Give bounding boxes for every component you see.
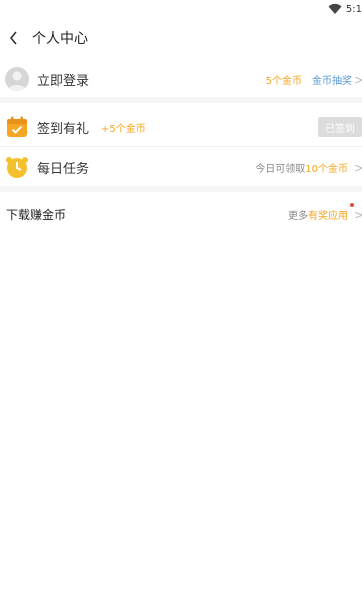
- login-label[interactable]: 立即登录: [37, 70, 89, 89]
- status-bar: 5:1: [0, 0, 362, 18]
- download-prefix: 更多: [288, 211, 308, 222]
- section-divider-2: [0, 186, 362, 192]
- daily-task-right-group: 今日可领取 10个金币 >: [255, 160, 362, 176]
- checkin-row: 签到有礼 +5个金币 已签到: [0, 110, 362, 144]
- daily-task-reward: 10个金币: [305, 164, 348, 175]
- back-button[interactable]: [0, 18, 28, 58]
- chevron-left-icon: [9, 31, 17, 45]
- daily-task-row[interactable]: 每日任务 今日可领取 10个金币 >: [0, 150, 362, 184]
- title-bar: 个人中心: [0, 18, 362, 58]
- avatar-placeholder-icon: [8, 71, 26, 91]
- clock-icon: [6, 157, 28, 178]
- wifi-icon: [328, 3, 342, 15]
- lottery-chevron-icon[interactable]: >: [354, 73, 362, 87]
- login-row[interactable]: 立即登录 5个金币 金币抽奖 >: [0, 62, 362, 96]
- notification-dot: [350, 203, 354, 207]
- reward-apps-link[interactable]: 有奖应用: [308, 207, 348, 222]
- login-right-group: 5个金币 金币抽奖 >: [265, 72, 362, 88]
- signed-in-button[interactable]: 已签到: [318, 117, 362, 137]
- calendar-check-icon: [7, 116, 27, 137]
- checkin-label: 签到有礼: [37, 121, 90, 137]
- status-bar-right: 5:1: [328, 2, 362, 16]
- page-title: 个人中心: [32, 31, 88, 47]
- avatar[interactable]: [5, 67, 29, 91]
- download-section-title: 下载赚金币: [6, 207, 67, 222]
- status-time: 5:1: [345, 3, 362, 15]
- section-divider: [0, 97, 362, 103]
- daily-task-label[interactable]: 每日任务: [37, 158, 89, 177]
- checkin-reward: +5个金币: [101, 123, 146, 135]
- lottery-link[interactable]: 金币抽奖: [312, 72, 352, 87]
- daily-task-prefix: 今日可领取: [255, 164, 306, 175]
- row-divider: [0, 146, 362, 147]
- download-row[interactable]: 下载赚金币 更多 有奖应用 >: [0, 197, 362, 231]
- download-right-group: 更多 有奖应用 >: [288, 203, 362, 222]
- login-coins-text: 5个金币: [265, 76, 302, 87]
- download-chevron-icon[interactable]: >: [354, 208, 362, 222]
- daily-task-chevron-icon[interactable]: >: [354, 161, 362, 175]
